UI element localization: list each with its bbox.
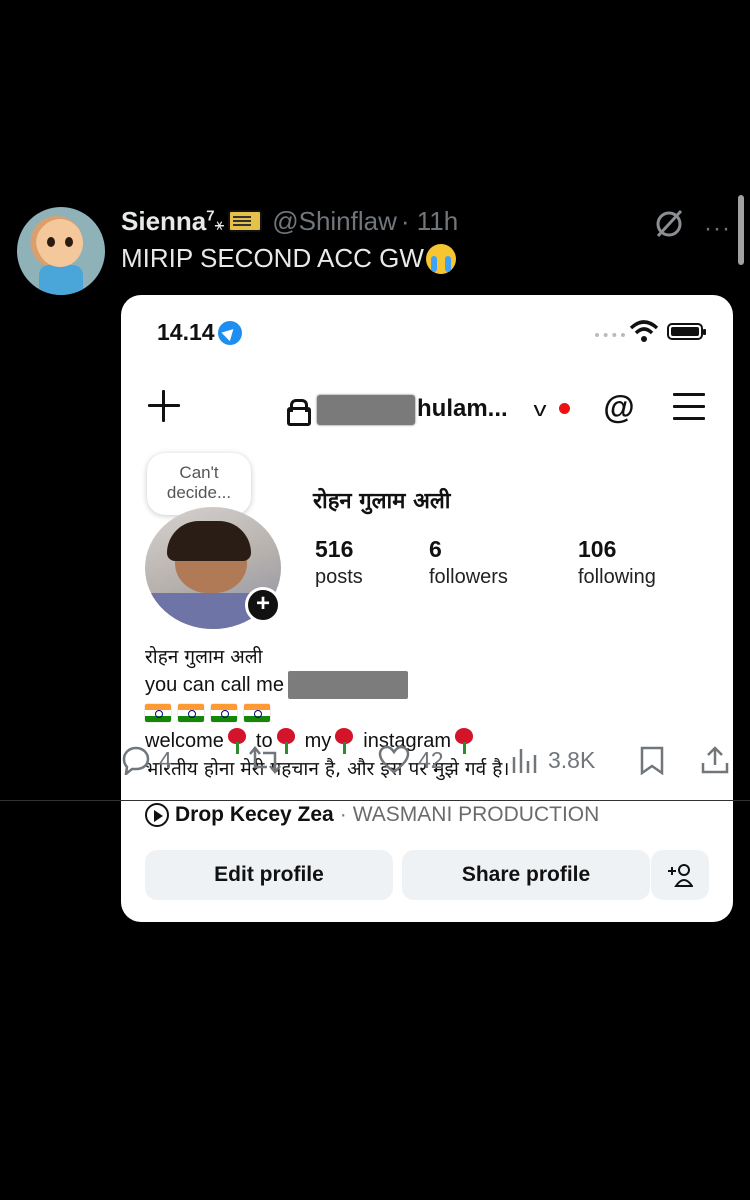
- bio-name: रोहन गुलाम अली: [145, 646, 263, 668]
- location-icon: [217, 320, 242, 345]
- note-bubble[interactable]: Can't decide...: [147, 453, 251, 541]
- edit-profile-button[interactable]: Edit profile: [145, 850, 393, 900]
- add-person-icon[interactable]: [651, 850, 709, 900]
- tweet[interactable]: Sienna7⚹ @Shinflaw · 11h MIRIP SECOND AC…: [0, 195, 750, 995]
- avatar[interactable]: [17, 207, 105, 295]
- attached-screenshot[interactable]: 14.14 hulam... v @ Can't decide... + रोह…: [121, 295, 733, 922]
- threads-icon[interactable]: @: [602, 389, 636, 425]
- bookmark-icon: [640, 746, 664, 775]
- bookmark-button[interactable]: [638, 745, 674, 775]
- tweet-time[interactable]: · 11h: [401, 206, 458, 237]
- india-flag-icon: [145, 704, 171, 722]
- username-redaction: [317, 395, 415, 425]
- lock-icon: [287, 399, 311, 426]
- reply-icon: [122, 746, 150, 775]
- signal-icon: [595, 333, 625, 337]
- song-artist: WASMANI PRODUCTION: [352, 803, 600, 826]
- share-profile-button[interactable]: Share profile: [402, 850, 650, 900]
- bio-call-line: you can call me: [145, 671, 705, 699]
- share-button[interactable]: [700, 745, 738, 775]
- india-flag-icon: [244, 704, 270, 722]
- ticket-badge-icon: [228, 210, 263, 232]
- song-title: Drop Kecey Zea: [175, 803, 334, 826]
- author-name[interactable]: Sienna7⚹: [121, 206, 224, 237]
- views-button[interactable]: 3.8K: [510, 745, 595, 775]
- share-icon: [701, 746, 729, 774]
- scrollbar[interactable]: [738, 195, 744, 265]
- tweet-text: MIRIP SECOND ACC GW: [121, 243, 456, 274]
- grok-icon[interactable]: [652, 207, 686, 241]
- divider: [0, 800, 750, 801]
- tweet-header: Sienna7⚹ @Shinflaw · 11h: [121, 205, 458, 237]
- wifi-icon: [629, 320, 659, 342]
- add-person-glyph: [668, 864, 693, 887]
- repost-button[interactable]: [248, 745, 290, 775]
- tweet-actions: 4 42 3.8K: [0, 745, 750, 785]
- chevron-down-icon[interactable]: v: [534, 399, 547, 422]
- reply-button[interactable]: 4: [121, 745, 172, 775]
- like-button[interactable]: 42: [378, 745, 444, 775]
- sob-emoji-icon: [425, 243, 456, 274]
- battery-icon: [667, 323, 706, 340]
- create-icon[interactable]: [147, 389, 181, 423]
- more-icon[interactable]: ···: [704, 215, 731, 243]
- add-story-icon[interactable]: +: [245, 587, 281, 623]
- repost-icon: [249, 746, 281, 774]
- followers-count[interactable]: 6 followers: [429, 535, 508, 591]
- heart-icon: [378, 745, 410, 774]
- profile-name: रोहन गुलाम अली: [313, 489, 451, 514]
- music-row[interactable]: Drop Kecey Zea · WASMANI PRODUCTION: [145, 803, 599, 827]
- name-redaction: [287, 671, 408, 699]
- views-icon: [512, 749, 537, 773]
- india-flag-icon: [178, 704, 204, 722]
- author-handle[interactable]: @Shinflaw: [272, 206, 397, 237]
- india-flag-icon: [211, 704, 237, 722]
- status-time: 14.14: [157, 319, 242, 346]
- posts-count[interactable]: 516 posts: [315, 535, 363, 591]
- following-count[interactable]: 106 following: [578, 535, 656, 591]
- play-icon[interactable]: [145, 803, 169, 827]
- username[interactable]: hulam...: [417, 395, 508, 423]
- notification-dot: [559, 403, 570, 414]
- bio-flags: [145, 699, 705, 727]
- menu-icon[interactable]: [673, 393, 705, 420]
